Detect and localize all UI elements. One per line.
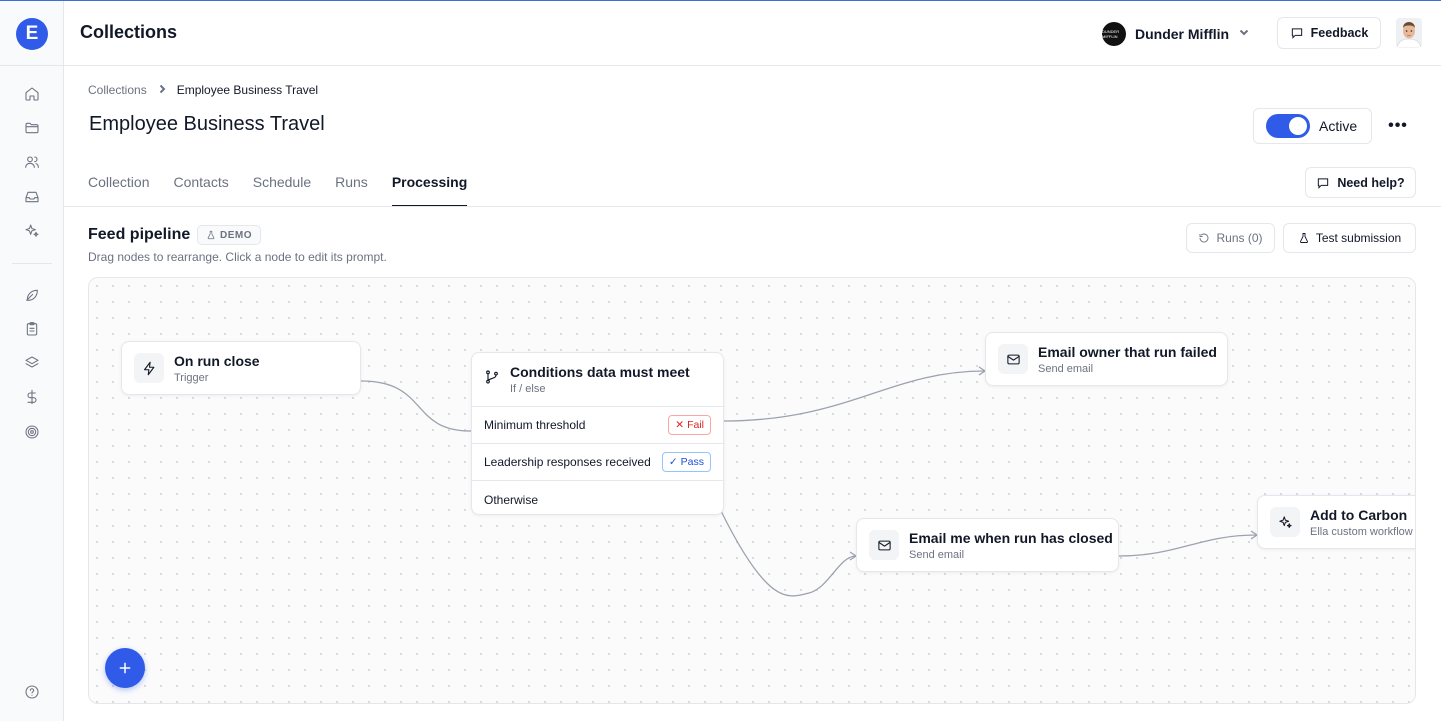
- pipeline-title: Feed pipeline: [88, 226, 191, 243]
- mail-icon: [869, 530, 899, 560]
- fail-badge: ✕ Fail: [668, 415, 711, 435]
- node-condition-title: Conditions data must meet: [510, 364, 690, 380]
- pipeline-canvas[interactable]: On run close Trigger Conditions data mus…: [88, 277, 1416, 704]
- condition-row-label: Leadership responses received: [484, 455, 651, 469]
- org-name: Dunder Mifflin: [1135, 26, 1230, 42]
- tab-schedule[interactable]: Schedule: [253, 166, 311, 206]
- sparkles-icon[interactable]: [22, 221, 42, 241]
- node-email-closed-title: Email me when run has closed: [909, 529, 1113, 546]
- edge-trigger-to-condition: [360, 380, 472, 432]
- node-carbon-subtitle: Ella custom workflow: [1310, 525, 1413, 538]
- message-icon: [1318, 177, 1329, 189]
- tab-processing[interactable]: Processing: [391, 166, 468, 207]
- demo-badge: DEMO: [197, 225, 261, 245]
- feedback-button[interactable]: Feedback: [1277, 17, 1381, 49]
- condition-row[interactable]: Otherwise: [472, 481, 723, 518]
- chevron-down-icon: [1238, 25, 1250, 43]
- active-label: Active: [1319, 118, 1358, 134]
- node-carbon[interactable]: Add to Carbon Ella custom workflow: [1257, 495, 1415, 549]
- app-logo[interactable]: E: [16, 18, 48, 50]
- x-icon: ✕: [675, 419, 685, 431]
- need-help-button[interactable]: Need help?: [1305, 167, 1416, 198]
- refresh-icon: [1200, 233, 1209, 243]
- pass-badge: ✓ Pass: [661, 452, 711, 472]
- top-header: Collections DUNDER MIFFLIN Dunder Miffli…: [64, 1, 1441, 66]
- feedback-label: Feedback: [1310, 26, 1369, 40]
- folder-icon[interactable]: [22, 118, 42, 138]
- dollar-icon[interactable]: [22, 387, 42, 407]
- test-submission-button[interactable]: Test submission: [1283, 223, 1416, 253]
- pipeline-subtitle: Drag nodes to rearrange. Click a node to…: [88, 250, 387, 264]
- plus-icon: [119, 662, 131, 674]
- condition-row[interactable]: Leadership responses received ✓ Pass: [472, 444, 723, 481]
- breadcrumb-parent[interactable]: Collections: [88, 83, 147, 97]
- node-email-closed[interactable]: Email me when run has closed Send email: [856, 518, 1119, 572]
- breadcrumb: Collections Employee Business Travel: [88, 83, 318, 97]
- tab-bar: Collection Contacts Schedule Runs Proces…: [88, 166, 491, 207]
- flask-icon: [1299, 233, 1308, 243]
- target-icon[interactable]: [22, 422, 42, 442]
- pass-badge-label: Pass: [680, 456, 704, 468]
- runs-label: Runs (0): [1216, 231, 1263, 245]
- node-condition-subtitle: If / else: [510, 383, 546, 395]
- node-email-failed[interactable]: Email owner that run failed Send email: [985, 332, 1228, 386]
- demo-badge-label: DEMO: [220, 229, 252, 241]
- sparkles-icon: [1270, 507, 1300, 537]
- more-options-icon[interactable]: •••: [1386, 116, 1410, 136]
- test-submission-label: Test submission: [1315, 231, 1402, 245]
- flask-icon: [207, 230, 215, 240]
- header-title: Collections: [80, 22, 178, 42]
- org-switcher[interactable]: DUNDER MIFFLIN Dunder Mifflin: [1102, 21, 1250, 47]
- org-logo: DUNDER MIFFLIN: [1102, 22, 1126, 46]
- inbox-icon[interactable]: [22, 187, 42, 207]
- condition-row-label: Otherwise: [484, 492, 539, 507]
- need-help-label: Need help?: [1337, 175, 1405, 190]
- leaf-icon[interactable]: [22, 285, 42, 305]
- layers-icon[interactable]: [22, 353, 42, 373]
- node-condition[interactable]: Conditions data must meet If / else Mini…: [471, 352, 724, 515]
- node-email-failed-subtitle: Send email: [1038, 362, 1094, 375]
- condition-row-label: Minimum threshold: [484, 418, 586, 432]
- home-icon[interactable]: [22, 84, 42, 104]
- mail-icon: [998, 344, 1028, 374]
- lightning-icon: [134, 353, 164, 383]
- tab-runs[interactable]: Runs: [335, 166, 368, 206]
- active-toggle-group: Active: [1253, 108, 1372, 144]
- node-trigger-subtitle: Trigger: [174, 371, 209, 384]
- active-toggle[interactable]: [1266, 114, 1310, 138]
- avatar[interactable]: [1396, 18, 1422, 48]
- node-trigger-title: On run close: [174, 352, 260, 369]
- check-icon: ✓: [668, 456, 678, 468]
- node-trigger[interactable]: On run close Trigger: [121, 341, 361, 395]
- add-node-button[interactable]: [105, 648, 145, 688]
- sidebar: E: [0, 1, 64, 721]
- edge-fail-to-email-failed: [722, 370, 986, 422]
- node-email-failed-title: Email owner that run failed: [1038, 343, 1217, 360]
- runs-button[interactable]: Runs (0): [1186, 223, 1275, 253]
- node-email-closed-subtitle: Send email: [909, 548, 965, 561]
- tab-collection[interactable]: Collection: [88, 166, 149, 206]
- users-icon[interactable]: [22, 152, 42, 172]
- edge-email-closed-to-carbon: [1117, 534, 1258, 557]
- clipboard-icon[interactable]: [22, 319, 42, 339]
- fail-badge-label: Fail: [687, 419, 704, 431]
- breadcrumb-current: Employee Business Travel: [176, 83, 319, 97]
- node-carbon-title: Add to Carbon: [1310, 506, 1408, 523]
- page-title: Employee Business Travel: [89, 113, 325, 135]
- chevron-right-icon: [157, 83, 167, 97]
- tab-contacts[interactable]: Contacts: [173, 166, 228, 206]
- edge-otherwise-to-email-closed: [720, 510, 857, 597]
- branch-icon: [484, 369, 500, 390]
- help-icon[interactable]: [22, 682, 42, 702]
- condition-row[interactable]: Minimum threshold ✕ Fail: [472, 407, 723, 444]
- message-icon: [1291, 28, 1302, 39]
